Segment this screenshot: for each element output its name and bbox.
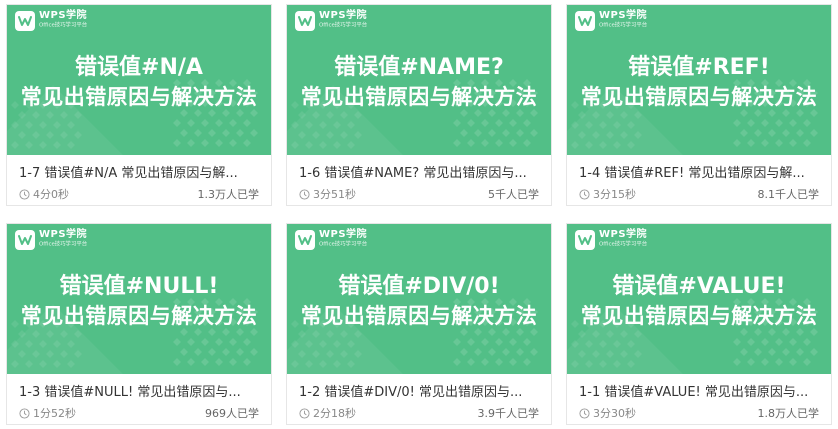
- wps-logo: WPS学院 Office技巧学习平台: [295, 230, 373, 250]
- logo-subtitle: Office技巧学习平台: [319, 22, 368, 29]
- course-title-link[interactable]: 1-4 错误值#REF! 常见出错原因与解...: [579, 162, 819, 181]
- clock-icon: [579, 188, 590, 200]
- wps-logo-icon: [575, 230, 595, 250]
- course-meta: 2分18秒 3.9千人已学: [299, 405, 540, 420]
- course-title-link[interactable]: 1-7 错误值#N/A 常见出错原因与解...: [19, 162, 259, 181]
- thumbnail-headline: 错误值#NAME?: [334, 55, 504, 80]
- course-card[interactable]: WPS学院 Office技巧学习平台 错误值#DIV/0! 常见出错原因与解决方…: [286, 223, 552, 425]
- learner-count: 8.1千人已学: [757, 188, 820, 201]
- thumbnail-headline: 错误值#NULL!: [59, 274, 219, 299]
- wps-logo: WPS学院 Office技巧学习平台: [575, 230, 653, 250]
- wps-logo-icon: [295, 11, 315, 31]
- course-thumbnail[interactable]: WPS学院 Office技巧学习平台 错误值#DIV/0! 常见出错原因与解决方…: [287, 224, 551, 374]
- course-thumbnail[interactable]: WPS学院 Office技巧学习平台 错误值#NULL! 常见出错原因与解决方法: [7, 224, 271, 374]
- thumbnail-subheadline: 常见出错原因与解决方法: [300, 85, 538, 109]
- learner-count: 5千人已学: [488, 188, 539, 201]
- learner-count: 1.3万人已学: [197, 188, 260, 201]
- course-grid: WPS学院 Office技巧学习平台 错误值#N/A 常见出错原因与解决方法 1…: [0, 0, 838, 429]
- wps-logo: WPS学院 Office技巧学习平台: [15, 230, 93, 250]
- course-title-link[interactable]: 1-1 错误值#VALUE! 常见出错原因与...: [579, 381, 819, 400]
- course-title-link[interactable]: 1-6 错误值#NAME? 常见出错原因与...: [299, 162, 539, 181]
- course-thumbnail[interactable]: WPS学院 Office技巧学习平台 错误值#REF! 常见出错原因与解决方法: [567, 5, 831, 155]
- thumbnail-headline: 错误值#N/A: [75, 55, 203, 80]
- course-duration: 3分51秒: [313, 188, 356, 201]
- course-duration: 4分0秒: [33, 188, 69, 201]
- wps-logo-icon: [15, 11, 35, 31]
- learner-count: 3.9千人已学: [477, 407, 540, 420]
- wps-logo: WPS学院 Office技巧学习平台: [295, 11, 373, 31]
- thumbnail-headline: 错误值#DIV/0!: [338, 274, 500, 299]
- learner-count: 969人已学: [205, 407, 259, 420]
- course-duration: 3分15秒: [593, 188, 636, 201]
- logo-subtitle: Office技巧学习平台: [39, 241, 88, 248]
- thumbnail-subheadline: 常见出错原因与解决方法: [300, 304, 538, 328]
- logo-subtitle: Office技巧学习平台: [319, 241, 368, 248]
- learner-count: 1.8万人已学: [757, 407, 820, 420]
- logo-name: WPS学院: [39, 229, 88, 240]
- course-thumbnail[interactable]: WPS学院 Office技巧学习平台 错误值#N/A 常见出错原因与解决方法: [7, 5, 271, 155]
- course-meta: 1分52秒 969人已学: [19, 405, 259, 420]
- course-card[interactable]: WPS学院 Office技巧学习平台 错误值#N/A 常见出错原因与解决方法 1…: [6, 4, 272, 206]
- thumbnail-headline: 错误值#VALUE!: [612, 274, 786, 299]
- logo-name: WPS学院: [319, 10, 368, 21]
- logo-name: WPS学院: [319, 229, 368, 240]
- logo-name: WPS学院: [39, 10, 88, 21]
- course-card[interactable]: WPS学院 Office技巧学习平台 错误值#NULL! 常见出错原因与解决方法…: [6, 223, 272, 425]
- clock-icon: [299, 407, 310, 419]
- wps-logo-icon: [15, 230, 35, 250]
- clock-icon: [19, 407, 30, 419]
- clock-icon: [19, 188, 30, 200]
- course-meta: 3分15秒 8.1千人已学: [579, 186, 820, 201]
- course-duration: 2分18秒: [313, 407, 356, 420]
- course-card[interactable]: WPS学院 Office技巧学习平台 错误值#NAME? 常见出错原因与解决方法…: [286, 4, 552, 206]
- wps-logo: WPS学院 Office技巧学习平台: [15, 11, 93, 31]
- course-title-link[interactable]: 1-3 错误值#NULL! 常见出错原因与...: [19, 381, 259, 400]
- course-meta: 3分30秒 1.8万人已学: [579, 405, 820, 420]
- logo-subtitle: Office技巧学习平台: [39, 22, 88, 29]
- logo-subtitle: Office技巧学习平台: [599, 241, 648, 248]
- course-duration: 3分30秒: [593, 407, 636, 420]
- thumbnail-subheadline: 常见出错原因与解决方法: [20, 304, 258, 328]
- course-meta: 3分51秒 5千人已学: [299, 186, 539, 201]
- logo-name: WPS学院: [599, 229, 648, 240]
- course-card[interactable]: WPS学院 Office技巧学习平台 错误值#REF! 常见出错原因与解决方法 …: [566, 4, 832, 206]
- thumbnail-headline: 错误值#REF!: [628, 55, 770, 80]
- course-title-link[interactable]: 1-2 错误值#DIV/0! 常见出错原因与...: [299, 381, 539, 400]
- course-meta: 4分0秒 1.3万人已学: [19, 186, 260, 201]
- course-thumbnail[interactable]: WPS学院 Office技巧学习平台 错误值#VALUE! 常见出错原因与解决方…: [567, 224, 831, 374]
- wps-logo: WPS学院 Office技巧学习平台: [575, 11, 653, 31]
- thumbnail-subheadline: 常见出错原因与解决方法: [580, 85, 818, 109]
- course-card[interactable]: WPS学院 Office技巧学习平台 错误值#VALUE! 常见出错原因与解决方…: [566, 223, 832, 425]
- thumbnail-subheadline: 常见出错原因与解决方法: [580, 304, 818, 328]
- clock-icon: [579, 407, 590, 419]
- wps-logo-icon: [295, 230, 315, 250]
- logo-name: WPS学院: [599, 10, 648, 21]
- logo-subtitle: Office技巧学习平台: [599, 22, 648, 29]
- clock-icon: [299, 188, 310, 200]
- thumbnail-subheadline: 常见出错原因与解决方法: [20, 85, 258, 109]
- course-duration: 1分52秒: [33, 407, 76, 420]
- wps-logo-icon: [575, 11, 595, 31]
- course-thumbnail[interactable]: WPS学院 Office技巧学习平台 错误值#NAME? 常见出错原因与解决方法: [287, 5, 551, 155]
